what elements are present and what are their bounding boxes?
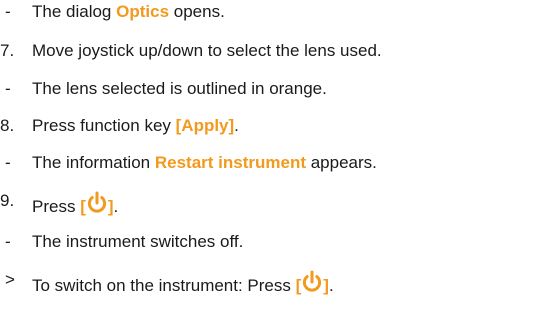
info-restart-instrument: Restart instrument	[154, 153, 306, 172]
step-text: Press function key [Apply].	[32, 116, 239, 135]
dialog-name-optics: Optics	[116, 2, 170, 21]
step-number: 7.	[0, 41, 15, 60]
result-text: The instrument switches off.	[32, 232, 244, 251]
step-text: Move joystick up/down to select the lens…	[32, 41, 382, 60]
power-icon	[301, 270, 323, 294]
result-text: The information Restart instrument appea…	[32, 153, 377, 172]
step-number: 8.	[0, 116, 15, 135]
function-key-apply: [Apply]	[175, 116, 235, 135]
instruction-document: - The dialog Optics opens. 7. Move joyst…	[0, 0, 538, 310]
result-text: The lens selected is outlined in orange.	[32, 79, 327, 98]
dash-marker: -	[5, 2, 11, 21]
step-number: 9.	[0, 191, 15, 210]
dash-marker: -	[5, 79, 11, 98]
dash-marker: -	[5, 232, 11, 251]
step-text: Press [].	[32, 191, 118, 217]
power-icon	[86, 191, 108, 215]
dash-marker: -	[5, 153, 11, 172]
result-text: The dialog Optics opens.	[32, 2, 225, 21]
arrow-marker: >	[5, 270, 15, 289]
tip-text: To switch on the instrument: Press [].	[32, 270, 334, 296]
